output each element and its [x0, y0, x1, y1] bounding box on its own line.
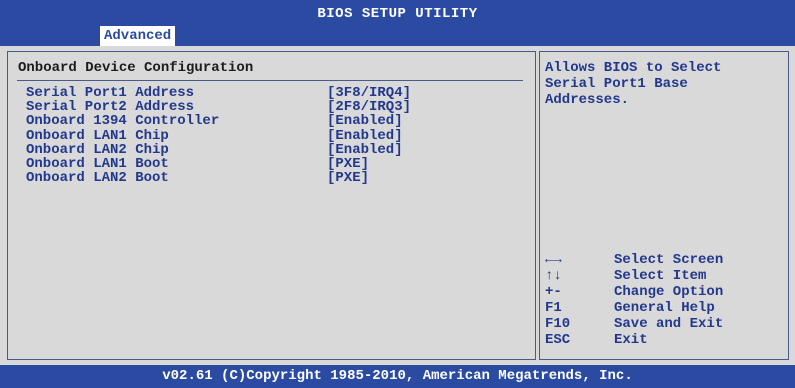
section-title: Onboard Device Configuration: [18, 60, 254, 76]
section-divider: [17, 80, 523, 81]
left-right-arrows-icon: ←→: [545, 252, 562, 268]
setting-onboard-lan2-boot[interactable]: Onboard LAN2 Boot [PXE]: [26, 171, 506, 185]
key-description: Select Screen: [614, 252, 724, 268]
key-description: General Help: [614, 300, 715, 316]
setting-value[interactable]: [PXE]: [327, 171, 369, 185]
setting-value[interactable]: [Enabled]: [327, 128, 403, 143]
setting-value[interactable]: [Enabled]: [327, 114, 403, 128]
key-legend-row: ←→ Select Screen: [545, 252, 775, 268]
setting-label: Onboard LAN2 Boot: [26, 170, 169, 187]
copyright-text: v02.61 (C)Copyright 1985-2010, American …: [162, 368, 633, 384]
key-legend-row: F1 General Help: [545, 300, 775, 316]
key-legend: ←→ Select Screen ↑↓ Select Item +- Chang…: [545, 252, 775, 348]
setting-onboard-lan2-chip[interactable]: Onboard LAN2 Chip [Enabled]: [26, 143, 506, 157]
tab-advanced[interactable]: Advanced: [100, 26, 176, 46]
f10-key: F10: [545, 316, 571, 332]
setting-onboard-lan1-chip[interactable]: Onboard LAN1 Chip [Enabled]: [26, 127, 506, 144]
plus-minus-key: +-: [545, 284, 562, 300]
setting-value[interactable]: [3F8/IRQ4]: [327, 86, 411, 100]
setting-label: Serial Port2 Address: [26, 99, 195, 116]
esc-key: ESC: [545, 332, 571, 348]
settings-panel: Onboard Device Configuration Serial Port…: [0, 46, 536, 365]
bios-screen: BIOS SETUP UTILITY Advanced Onboard Devi…: [0, 0, 795, 388]
up-down-arrows-icon: ↑↓: [545, 268, 562, 284]
key-legend-row: +- Change Option: [545, 284, 775, 300]
f1-key: F1: [545, 300, 562, 316]
setting-onboard-1394-controller[interactable]: Onboard 1394 Controller [Enabled]: [26, 114, 506, 128]
setting-value[interactable]: [PXE]: [327, 157, 369, 171]
setting-label: Onboard LAN2 Chip: [26, 141, 169, 158]
help-text: Allows BIOS to Select Serial Port1 Base …: [545, 60, 722, 108]
setting-onboard-lan1-boot[interactable]: Onboard LAN1 Boot [PXE]: [26, 157, 506, 171]
setting-label: Onboard LAN1 Boot: [26, 155, 169, 172]
key-description: Change Option: [614, 284, 724, 300]
top-bar: BIOS SETUP UTILITY Advanced: [0, 0, 795, 46]
key-description: Save and Exit: [614, 316, 724, 332]
key-description: Exit: [614, 332, 648, 348]
setting-serial-port1-address[interactable]: Serial Port1 Address [3F8/IRQ4]: [26, 86, 506, 100]
setting-label: Onboard LAN1 Chip: [26, 127, 169, 144]
key-legend-row: ESC Exit: [545, 332, 775, 348]
setting-value[interactable]: [2F8/IRQ3]: [327, 100, 411, 114]
setting-label: Onboard 1394 Controller: [26, 113, 220, 130]
key-description: Select Item: [614, 268, 707, 284]
setting-label: Serial Port1 Address: [26, 85, 195, 101]
settings-list: Serial Port1 Address [3F8/IRQ4] Serial P…: [26, 86, 506, 186]
key-legend-row: ↑↓ Select Item: [545, 268, 775, 284]
key-legend-row: F10 Save and Exit: [545, 316, 775, 332]
utility-title: BIOS SETUP UTILITY: [317, 6, 478, 22]
setting-serial-port2-address[interactable]: Serial Port2 Address [2F8/IRQ3]: [26, 100, 506, 114]
footer-bar: v02.61 (C)Copyright 1985-2010, American …: [0, 365, 795, 388]
setting-value[interactable]: [Enabled]: [327, 143, 403, 157]
help-panel: Allows BIOS to Select Serial Port1 Base …: [536, 46, 795, 365]
